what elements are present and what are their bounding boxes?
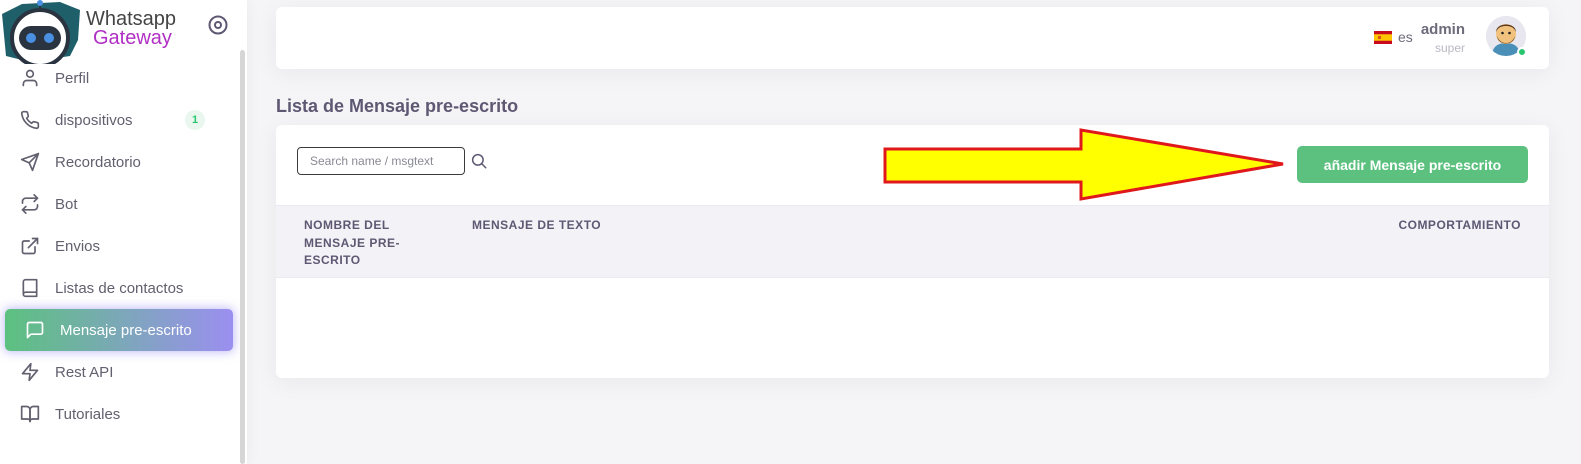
device-count-badge: 1 <box>185 110 205 130</box>
sidebar-item-label: Envios <box>55 237 101 255</box>
sidebar-item-recordatorio[interactable]: Recordatorio <box>0 141 240 183</box>
sidebar-item-mensaje-pre-escrito[interactable]: Mensaje pre-escrito <box>5 309 233 351</box>
prewritten-messages-card: añadir Mensaje pre-escrito NOMBRE DEL ME… <box>276 125 1549 378</box>
sidebar-toggle-icon[interactable] <box>207 14 229 36</box>
column-header-name[interactable]: NOMBRE DEL MENSAJE PRE-ESCRITO <box>304 217 414 270</box>
top-navbar: es admin super <box>276 7 1549 69</box>
brand-name-line2: Gateway <box>93 27 172 49</box>
language-selector[interactable]: es <box>1398 29 1413 45</box>
book-icon <box>20 278 40 298</box>
search-icon[interactable] <box>470 152 488 170</box>
table-header: NOMBRE DEL MENSAJE PRE-ESCRITO MENSAJE D… <box>276 205 1549 278</box>
sidebar-item-bot[interactable]: Bot <box>0 183 240 225</box>
page-title: Lista de Mensaje pre-escrito <box>276 96 519 116</box>
spain-flag-icon[interactable] <box>1374 31 1392 44</box>
user-icon <box>20 68 40 88</box>
zap-icon <box>20 362 40 382</box>
sidebar-item-dispositivos[interactable]: dispositivos 1 <box>0 99 240 141</box>
sidebar-item-label: Bot <box>55 195 78 213</box>
sidebar-item-envios[interactable]: Envios <box>0 225 240 267</box>
send-icon <box>20 152 40 172</box>
user-role: super <box>1434 41 1465 55</box>
add-prewritten-message-button[interactable]: añadir Mensaje pre-escrito <box>1297 146 1528 183</box>
sidebar-item-listas-de-contactos[interactable]: Listas de contactos <box>0 267 240 309</box>
phone-icon <box>20 110 40 130</box>
column-header-actions: COMPORTAMIENTO <box>1398 218 1521 232</box>
sidebar-menu: Perfil dispositivos 1 Recordatorio Bot E… <box>0 57 240 435</box>
robot-logo-icon <box>2 0 80 64</box>
sidebar-item-label: Recordatorio <box>55 153 141 171</box>
online-status-dot <box>1517 47 1527 57</box>
sidebar-item-perfil[interactable]: Perfil <box>0 57 240 99</box>
repeat-icon <box>20 194 40 214</box>
external-link-icon <box>20 236 40 256</box>
sidebar-item-label: Listas de contactos <box>55 279 184 297</box>
message-square-icon <box>25 320 45 340</box>
sidebar-item-label: dispositivos <box>55 111 133 129</box>
sidebar-item-label: Mensaje pre-escrito <box>60 321 192 339</box>
book-open-icon <box>20 404 40 424</box>
sidebar-item-label: Tutoriales <box>55 405 121 423</box>
brand[interactable]: Whatsapp Gateway <box>0 0 240 64</box>
sidebar-item-rest-api[interactable]: Rest API <box>0 351 240 393</box>
sidebar: Whatsapp Gateway Perfil dispositivos 1 R… <box>0 0 247 464</box>
search-input[interactable] <box>297 147 465 175</box>
sidebar-item-label: Perfil <box>55 69 90 87</box>
user-name[interactable]: admin <box>1421 21 1465 38</box>
sidebar-scrollbar[interactable] <box>240 50 245 464</box>
sidebar-item-label: Rest API <box>55 363 114 381</box>
sidebar-item-tutoriales[interactable]: Tutoriales <box>0 393 240 435</box>
yellow-arrow-annotation-icon <box>883 128 1284 201</box>
column-header-message-text[interactable]: MENSAJE DE TEXTO <box>472 217 601 235</box>
